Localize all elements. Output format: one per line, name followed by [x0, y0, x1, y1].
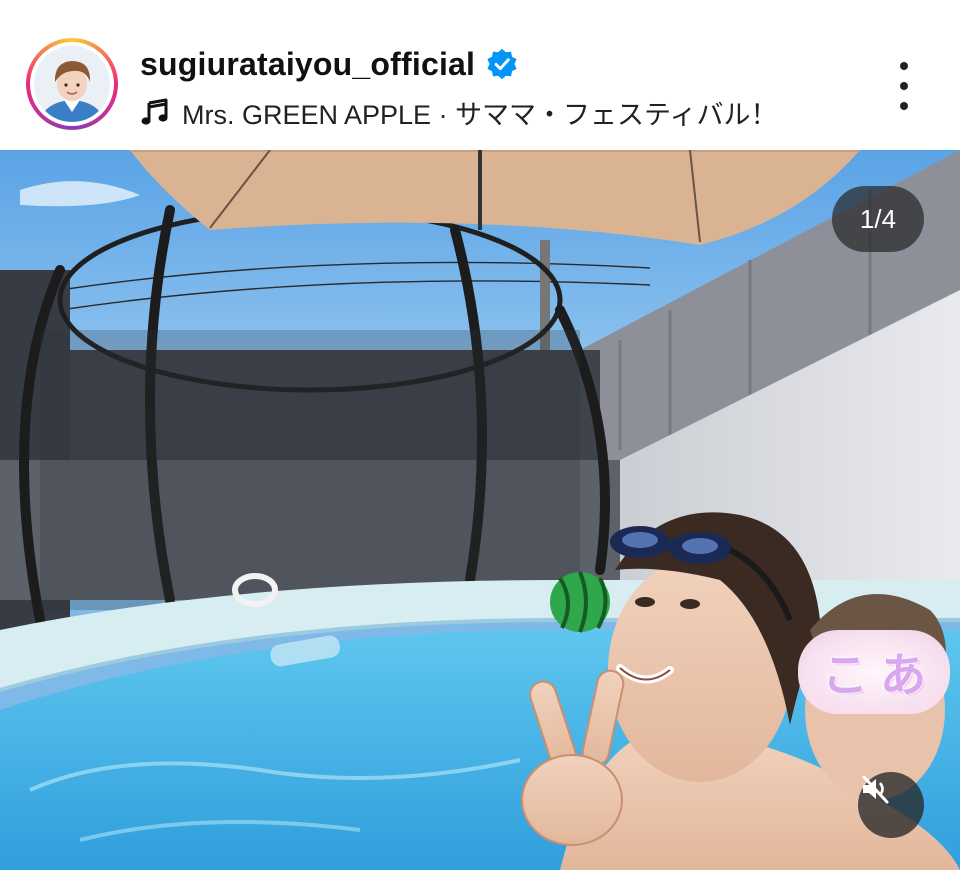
face-cover-sticker: こ あ [798, 630, 950, 714]
music-track-label: Mrs. GREEN APPLE · サママ・フェスティバル！ [182, 99, 778, 130]
avatar-image [34, 46, 110, 122]
sticker-char: あ [880, 649, 926, 701]
music-note-icon [141, 98, 168, 125]
more-vertical-icon [900, 62, 908, 70]
avatar[interactable] [34, 46, 110, 122]
avatar-story-ring[interactable] [26, 38, 118, 130]
post-photo[interactable]: こ あ 1/4 [0, 150, 960, 870]
mute-toggle-button[interactable] [858, 772, 924, 838]
sticker-char: こ [822, 649, 868, 701]
bottom-spacer [0, 870, 960, 880]
speaker-muted-icon [862, 775, 889, 804]
username-row: sugiurataiyou_official [140, 44, 519, 84]
verified-badge-icon [487, 48, 517, 80]
music-attribution[interactable]: Mrs. GREEN APPLE · サママ・フェスティバル！ [140, 92, 777, 132]
more-options-button[interactable] [886, 62, 922, 110]
username-link[interactable]: sugiurataiyou_official [140, 46, 475, 83]
pool-scene-illustration [0, 150, 960, 870]
image-counter-badge: 1/4 [832, 186, 924, 252]
post-header: sugiurataiyou_official Mrs. GREEN APPLE … [0, 0, 960, 150]
